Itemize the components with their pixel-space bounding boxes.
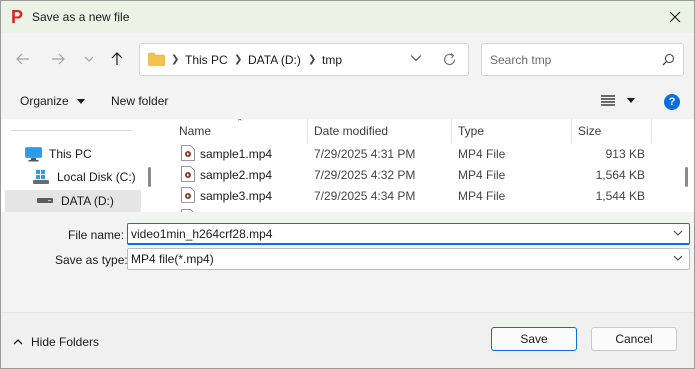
navigation-bar: ❯ This PC ❯ DATA (D:) ❯ tmp Search tmp (1, 33, 694, 85)
save-form: File name: video1min_h264crf28.mp4 Save … (1, 212, 694, 312)
sort-ascending-icon: ⌃ (236, 119, 244, 127)
save-as-type-label: Save as type: (55, 253, 128, 267)
caret-down-icon (77, 99, 86, 105)
forward-button[interactable] (47, 49, 69, 69)
file-name: sample1.mp4 (200, 147, 273, 161)
arrow-left-icon (16, 53, 29, 65)
sidebar-scrollbar[interactable] (148, 167, 151, 187)
column-header-date-modified[interactable]: Date modified (314, 124, 388, 138)
breadcrumb-separator-icon: ❯ (234, 54, 243, 65)
file-type: MP4 File (458, 147, 506, 161)
help-button[interactable]: ? (664, 94, 680, 110)
windows-drive-icon (33, 170, 49, 184)
save-as-type-value: MP4 file(*.mp4) (131, 252, 214, 266)
breadcrumb-separator-icon: ❯ (171, 54, 180, 65)
column-header-type[interactable]: Type (458, 124, 484, 138)
search-icon (662, 53, 675, 66)
video-file-icon (181, 145, 195, 161)
organize-label: Organize (20, 94, 69, 108)
recent-locations-button[interactable] (78, 49, 100, 69)
refresh-icon[interactable] (442, 52, 457, 67)
up-button[interactable] (106, 49, 128, 69)
close-icon (669, 11, 681, 23)
sidebar-item-label: DATA (D:) (61, 194, 114, 208)
column-header-name[interactable]: Name (179, 124, 211, 138)
new-folder-button[interactable]: New folder (111, 94, 168, 108)
column-divider[interactable] (307, 119, 308, 143)
column-divider[interactable] (451, 119, 452, 143)
file-date: 7/29/2025 4:31 PM (314, 147, 416, 161)
sidebar-item-label: This PC (49, 147, 92, 161)
chevron-down-icon (673, 255, 683, 261)
save-dialog: P Save as a new file ❯ This PC ❯ DATA (D… (0, 0, 695, 369)
app-logo-icon: P (11, 7, 24, 27)
title-bar: P Save as a new file (1, 1, 694, 33)
save-button[interactable]: Save (491, 327, 577, 351)
details-view-icon (601, 95, 615, 106)
chevron-down-icon[interactable] (410, 54, 422, 62)
table-row[interactable]: sample2.mp4 7/29/2025 4:32 PM MP4 File 1… (159, 164, 679, 185)
sidebar-item-local-disk-c[interactable]: Local Disk (C:) (33, 166, 145, 188)
folder-icon (148, 52, 165, 66)
file-name-label: File name: (68, 228, 125, 242)
browser-pane: This PC Local Disk (C:) DATA (D:) ⌃ Name… (1, 119, 694, 212)
command-bar: Organize New folder ? (1, 85, 694, 119)
file-size: 1,564 KB (595, 168, 645, 182)
hide-folders-button[interactable]: Hide Folders (13, 335, 99, 349)
breadcrumb-this-pc[interactable]: This PC (185, 53, 228, 67)
file-size: 1,544 KB (595, 189, 645, 203)
address-bar[interactable]: ❯ This PC ❯ DATA (D:) ❯ tmp (139, 43, 469, 76)
arrow-right-icon (52, 53, 65, 65)
table-row[interactable]: sample3.mp4 7/29/2025 4:34 PM MP4 File 1… (159, 185, 679, 206)
file-size: 913 KB (605, 147, 645, 161)
file-name-field[interactable]: video1min_h264crf28.mp4 (127, 223, 690, 245)
sidebar-item-data-d[interactable]: DATA (D:) (5, 190, 141, 212)
monitor-icon (25, 146, 42, 161)
file-type: MP4 File (458, 189, 506, 203)
chevron-down-icon[interactable] (673, 230, 683, 236)
divider (11, 130, 132, 131)
search-placeholder: Search tmp (490, 53, 552, 67)
file-name-value: video1min_h264crf28.mp4 (131, 227, 273, 241)
file-date: 7/29/2025 4:32 PM (314, 168, 416, 182)
navigation-pane[interactable]: This PC Local Disk (C:) DATA (D:) (1, 119, 156, 212)
hide-folders-label: Hide Folders (31, 335, 100, 349)
cancel-button[interactable]: Cancel (591, 327, 677, 351)
view-options-button[interactable] (601, 95, 635, 106)
dialog-footer: Hide Folders Save Cancel (1, 312, 694, 368)
column-divider[interactable] (651, 119, 652, 143)
breadcrumb-tmp[interactable]: tmp (322, 53, 342, 67)
file-name: sample2.mp4 (200, 168, 273, 182)
table-row[interactable]: sample1.mp4 7/29/2025 4:31 PM MP4 File 9… (159, 143, 679, 164)
close-button[interactable] (656, 1, 694, 33)
back-button[interactable] (12, 49, 34, 69)
sidebar-item-this-pc[interactable]: This PC (25, 143, 145, 165)
file-list-scrollbar[interactable] (685, 167, 688, 187)
file-name: sample3.mp4 (200, 189, 273, 203)
sidebar-item-label: Local Disk (C:) (57, 170, 136, 184)
file-date: 7/29/2025 4:34 PM (314, 189, 416, 203)
search-input[interactable]: Search tmp (481, 43, 684, 76)
video-file-icon (181, 166, 195, 182)
drive-icon (37, 198, 53, 203)
file-type: MP4 File (458, 168, 506, 182)
breadcrumb-separator-icon: ❯ (308, 54, 317, 65)
window-title: Save as a new file (32, 10, 130, 24)
column-divider[interactable] (571, 119, 572, 143)
save-as-type-select[interactable]: MP4 file(*.mp4) (127, 248, 690, 270)
caret-down-icon (627, 98, 635, 103)
breadcrumb-data-drive[interactable]: DATA (D:) (248, 53, 301, 67)
chevron-up-icon (13, 339, 23, 345)
video-file-icon (181, 187, 195, 203)
column-header-size[interactable]: Size (578, 124, 601, 138)
arrow-up-icon (111, 52, 123, 65)
organize-button[interactable]: Organize (20, 94, 86, 108)
file-list: ⌃ Name Date modified Type Size sample1.m… (159, 119, 694, 212)
chevron-down-icon (84, 56, 94, 62)
